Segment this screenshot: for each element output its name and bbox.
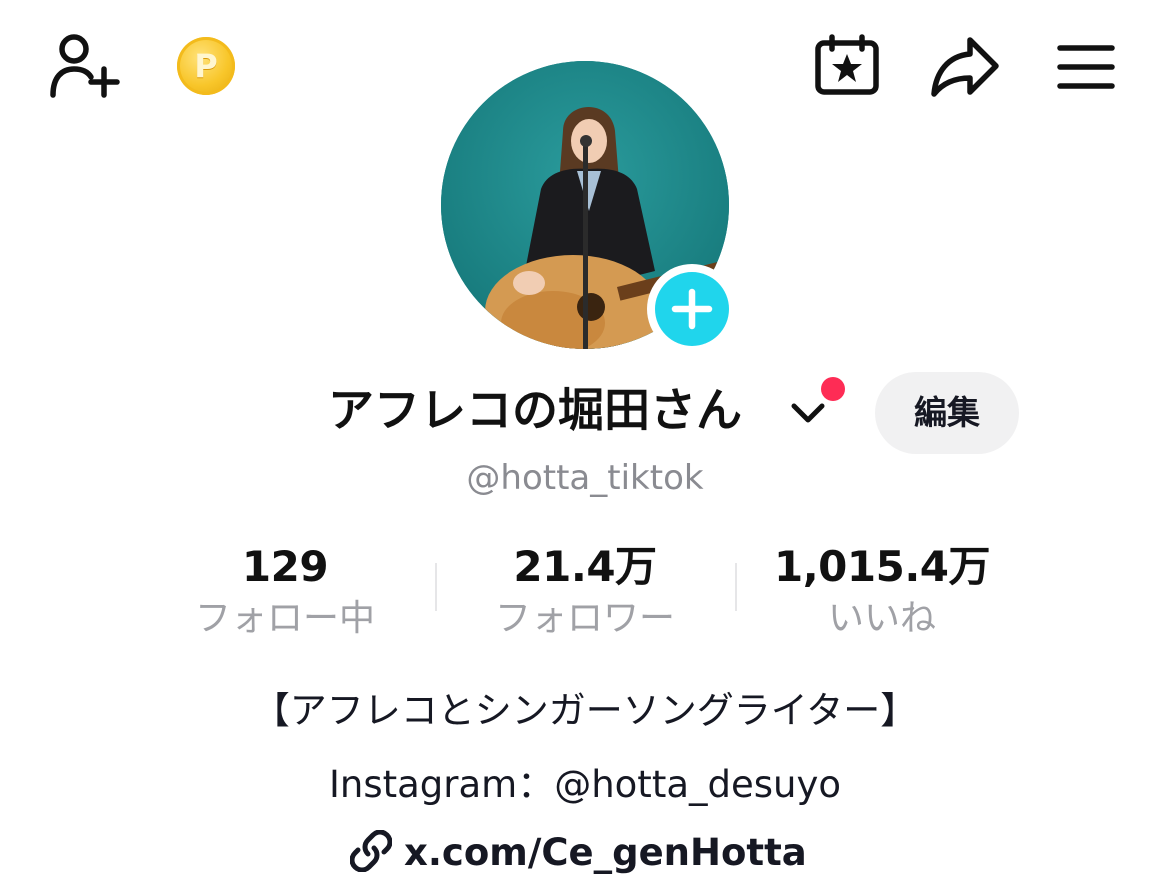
calendar-star-icon[interactable]: [814, 34, 880, 96]
add-profile-photo-button[interactable]: [647, 264, 737, 354]
likes-count: 1,015.4万: [773, 542, 991, 591]
notification-dot: [821, 377, 845, 401]
bio-link[interactable]: x.com/Ce_genHotta: [349, 826, 807, 880]
bio-link-text[interactable]: x.com/Ce_genHotta: [404, 826, 807, 880]
add-friend-icon[interactable]: [48, 33, 120, 99]
menu-icon[interactable]: [1057, 44, 1115, 90]
link-icon: [349, 829, 393, 876]
followers-count: 21.4万: [513, 542, 657, 591]
coin-letter: P: [194, 47, 218, 85]
display-name: アフレコの堀田さん: [328, 383, 742, 437]
stat-divider: [435, 563, 437, 611]
bio-line: Instagram：@hotta_desuyo: [328, 763, 842, 806]
stat-followers[interactable]: 21.4万 フォロワー: [470, 540, 700, 644]
chevron-down-icon[interactable]: [790, 400, 826, 430]
edit-profile-button[interactable]: 編集: [875, 372, 1019, 454]
stat-likes[interactable]: 1,015.4万 いいね: [752, 540, 1012, 644]
followers-label: フォロワー: [494, 598, 675, 639]
following-label: フォロー中: [194, 598, 375, 639]
bio-line: 【アフレコとシンガーソングライター】: [252, 689, 918, 732]
stat-following[interactable]: 129 フォロー中: [170, 540, 400, 644]
stat-divider: [735, 563, 737, 611]
likes-label: いいね: [827, 598, 936, 639]
following-count: 129: [241, 542, 329, 591]
plus-icon: [655, 272, 729, 346]
coin-icon[interactable]: P: [177, 37, 235, 95]
username: @hotta_tiktok: [466, 458, 704, 498]
share-icon[interactable]: [930, 36, 1000, 98]
